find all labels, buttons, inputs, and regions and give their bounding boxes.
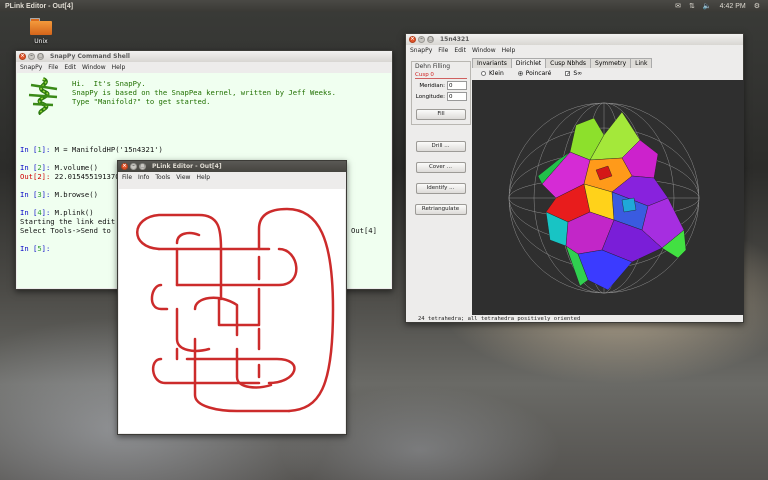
checkbox-checked-icon: ✓ — [565, 71, 571, 77]
radio-klein[interactable]: Klein — [481, 70, 504, 77]
tab-cusp-nbhds[interactable]: Cusp Nbhds — [545, 58, 592, 68]
dirichlet-domain-view[interactable] — [472, 80, 744, 315]
knot-strand — [175, 307, 211, 353]
system-tray: ✉ ⇅ 🔈 4:42 PM ⚙ — [675, 2, 768, 11]
top-panel: PLink Editor - Out[4] ✉ ⇅ 🔈 4:42 PM ⚙ — [0, 0, 768, 12]
model-selector: Klein Poincaré ✓ S∞ — [481, 70, 582, 77]
menu-file[interactable]: File — [438, 47, 448, 54]
menu-help[interactable]: Help — [502, 47, 516, 54]
drill-button[interactable]: Drill ... — [415, 141, 466, 152]
window-title: SnapPy Command Shell — [50, 53, 130, 60]
dirichlet-domain-render — [508, 102, 700, 294]
gear-icon[interactable]: ⚙ — [754, 2, 760, 10]
welcome-message: Hi. It's SnapPy. SnapPy is based on the … — [72, 79, 336, 106]
menu-edit[interactable]: Edit — [454, 47, 466, 54]
menu-help[interactable]: Help — [196, 174, 210, 181]
link-diagram-canvas[interactable] — [119, 189, 345, 433]
menu-help[interactable]: Help — [112, 64, 126, 71]
radio-selected-icon — [517, 71, 523, 76]
manifold-browser-window[interactable]: × – □ 15n4321 SnapPy File Edit Window He… — [405, 33, 744, 323]
browser-tabs: Invariants Dirichlet Cusp Nbhds Symmetry… — [472, 58, 653, 68]
meridian-label: Meridian: — [419, 82, 445, 89]
window-title: 15n4321 — [440, 36, 470, 43]
shell-menubar: SnapPy File Edit Window Help — [16, 62, 392, 72]
knot-diagram — [136, 207, 335, 413]
tab-dirichlet[interactable]: Dirichlet — [510, 58, 547, 68]
console-input-line: In [1]: M = ManifoldHP('15n4321') — [20, 145, 163, 154]
radio-icon — [481, 71, 486, 76]
active-window-title: PLink Editor - Out[4] — [5, 2, 74, 10]
minimize-icon[interactable]: – — [28, 53, 35, 60]
clock[interactable]: 4:42 PM — [720, 3, 746, 10]
menu-window[interactable]: Window — [82, 64, 106, 71]
greet-line: SnapPy is based on the SnapPea kernel, w… — [72, 88, 336, 97]
menu-snappy[interactable]: SnapPy — [20, 64, 42, 71]
tab-invariants[interactable]: Invariants — [472, 58, 512, 68]
plink-titlebar[interactable]: × – □ PLink Editor - Out[4] — [118, 161, 346, 172]
knot-strand — [175, 231, 201, 287]
longitude-label: Longitude: — [415, 93, 445, 100]
mail-icon[interactable]: ✉ — [675, 2, 681, 10]
radio-poincare[interactable]: Poincaré — [517, 70, 551, 77]
knot-strand — [185, 357, 296, 385]
menu-file[interactable]: File — [122, 174, 132, 181]
knot-strand — [136, 213, 223, 301]
menu-file[interactable]: File — [48, 64, 58, 71]
tab-symmetry[interactable]: Symmetry — [590, 58, 632, 68]
checkbox-sphere-at-infinity[interactable]: ✓ S∞ — [565, 70, 582, 77]
menu-edit[interactable]: Edit — [64, 64, 76, 71]
tab-link[interactable]: Link — [630, 58, 653, 68]
desktop-folder-unix[interactable]: Unix — [26, 18, 56, 45]
retriangulate-button[interactable]: Retriangulate — [414, 204, 467, 215]
group-title: Dehn Filling — [415, 63, 451, 70]
plink-editor-window[interactable]: × – □ PLink Editor - Out[4] File Info To… — [117, 160, 347, 435]
maximize-icon[interactable]: □ — [37, 53, 44, 60]
cusp-label: Cusp 0 — [415, 72, 467, 79]
close-icon[interactable]: × — [19, 53, 26, 60]
knot-strand — [175, 247, 298, 287]
maximize-icon[interactable]: □ — [427, 36, 434, 43]
window-title: PLink Editor - Out[4] — [152, 163, 222, 170]
knot-strand — [152, 357, 261, 385]
browser-menubar: SnapPy File Edit Window Help — [406, 45, 743, 55]
knot-strands — [136, 207, 335, 413]
network-icon[interactable]: ⇅ — [689, 2, 695, 10]
identify-button[interactable]: Identify ... — [415, 183, 466, 194]
meridian-row: Meridian: — [415, 81, 467, 90]
greet-line: Hi. It's SnapPy. — [72, 79, 146, 88]
menu-snappy[interactable]: SnapPy — [410, 47, 432, 54]
knot-strand — [217, 287, 261, 327]
snappy-logo-icon — [28, 77, 58, 115]
side-panel: Dehn Filling Cusp 0 Meridian: Longitude:… — [408, 57, 473, 322]
browser-titlebar[interactable]: × – □ 15n4321 — [406, 34, 743, 45]
knot-strand — [257, 207, 335, 413]
knot-strand — [235, 347, 273, 389]
fill-button[interactable]: Fill — [416, 109, 466, 120]
plink-menubar: File Info Tools View Help — [118, 172, 346, 182]
minimize-icon[interactable]: – — [130, 163, 137, 170]
folder-icon — [30, 18, 52, 35]
cover-button[interactable]: Cover ... — [415, 162, 466, 173]
shell-titlebar[interactable]: × – □ SnapPy Command Shell — [16, 51, 392, 62]
longitude-row: Longitude: — [415, 92, 467, 101]
knot-strand — [193, 296, 239, 337]
desktop-icon-label: Unix — [34, 38, 48, 45]
dehn-filling-group: Dehn Filling Cusp 0 Meridian: Longitude:… — [411, 61, 471, 125]
minimize-icon[interactable]: – — [418, 36, 425, 43]
menu-view[interactable]: View — [176, 174, 190, 181]
menu-info[interactable]: Info — [138, 174, 149, 181]
menu-window[interactable]: Window — [472, 47, 496, 54]
menu-tools[interactable]: Tools — [155, 174, 170, 181]
status-bar: 24 tetrahedra; all tetrahedra positively… — [418, 316, 581, 322]
maximize-icon[interactable]: □ — [139, 163, 146, 170]
polyhedron-faces — [537, 111, 687, 291]
volume-icon[interactable]: 🔈 — [703, 2, 712, 10]
knot-strand — [150, 283, 169, 311]
greet-line: Type "Manifold?" to get started. — [72, 97, 211, 106]
close-icon[interactable]: × — [121, 163, 128, 170]
close-icon[interactable]: × — [409, 36, 416, 43]
longitude-field[interactable] — [447, 92, 467, 101]
meridian-field[interactable] — [447, 81, 467, 90]
